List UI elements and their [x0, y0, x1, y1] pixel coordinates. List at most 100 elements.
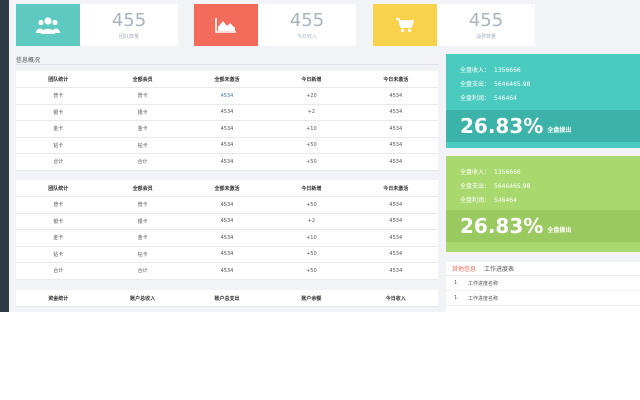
table-cell: 4534	[184, 120, 270, 138]
column-header: 今日新增	[269, 71, 354, 88]
income-value: 1356666	[494, 169, 521, 176]
profit-value: 546464	[494, 95, 517, 102]
cart-icon	[373, 4, 437, 46]
table-cell: 4534	[353, 87, 438, 105]
table-cell: 钻卡	[16, 246, 101, 263]
table-cell: 普卡	[16, 196, 101, 214]
table-cell: 钻卡	[16, 137, 101, 154]
stat-card-consumption[interactable]: 455 消费数量	[373, 4, 535, 46]
percent-band: 26.83% 全盘拨出	[446, 210, 640, 242]
table-cell: 合计	[100, 262, 185, 280]
column-header: 全部会员	[100, 180, 185, 197]
stat-value: 455	[468, 9, 504, 31]
dashboard: 455 团队数量 455 今日收入 455 消费数量 信息概况 团队统计 全部会…	[0, 0, 640, 400]
table-cell: 4534	[353, 262, 438, 280]
info-tabs-panel: 其他信息 工作进度表 1 工作进度名称 1 工作进度名称	[446, 262, 640, 312]
percent-value: 26.83%	[460, 214, 544, 238]
table-cell: 钻卡	[100, 137, 185, 154]
percent-label: 全盘拨出	[547, 226, 572, 234]
table-row: 银卡 银卡 4534 +2 4534	[16, 213, 438, 230]
column-header: 全部未激活	[184, 180, 270, 197]
table-cell: 金卡	[16, 229, 101, 247]
row-text: 工作进度名称	[468, 280, 499, 287]
table-cell: +10	[269, 229, 354, 247]
table-cell: +2	[269, 213, 354, 230]
table-cell: +10	[269, 120, 354, 138]
table-cell: 合计	[16, 262, 101, 280]
table-cell: 合计	[100, 153, 185, 171]
table-cell: 4534	[353, 213, 438, 230]
table-cell: 4534	[184, 246, 270, 263]
table-cell: 金卡	[100, 120, 185, 138]
column-header: 团队统计	[16, 180, 101, 197]
table-row: 银卡 银卡 4534 +2 4534	[16, 104, 438, 121]
list-item[interactable]: 1 工作进度名称	[446, 291, 640, 306]
table-cell: 4534	[184, 196, 270, 214]
table-header-row: 团队统计 全部会员 全部未激活 今日新增 今日未激活	[16, 71, 438, 88]
table-cell: 4534	[184, 104, 270, 121]
tab-bar: 其他信息 工作进度表	[446, 262, 640, 276]
column-header: 今日新增	[269, 180, 354, 197]
table-row: 金卡 金卡 4534 +10 4534	[16, 120, 438, 138]
percent-label: 全盘拨出	[547, 126, 572, 134]
income-label: 全盘收入：	[460, 169, 491, 176]
row-number: 1	[454, 280, 458, 286]
row-number: 1	[454, 295, 458, 301]
summary-card-green: 全盘收入： 1356666 全盘支出： 5646465.98 全盘利润： 546464…	[446, 156, 640, 252]
table-header-row: 资金统计 账户总收入 账户总支出 账户余额 今日收入	[16, 290, 438, 307]
table-cell: +2	[269, 104, 354, 121]
percent-value: 26.83%	[460, 114, 544, 138]
tab-work-progress[interactable]: 工作进度表	[484, 264, 514, 273]
row-text: 工作进度名称	[468, 295, 499, 302]
table-cell: 金卡	[100, 229, 185, 247]
table-cell: 普卡	[100, 196, 185, 214]
expense-value: 5646465.98	[494, 81, 531, 88]
table-cell: +50	[269, 137, 354, 154]
table-cell: 4534	[353, 120, 438, 138]
table-cell: 4534	[184, 229, 270, 247]
table-cell: 银卡	[100, 213, 185, 230]
summary-card-teal: 全盘收入： 1356666 全盘支出： 5646465.98 全盘利润： 546464…	[446, 54, 640, 148]
table-cell: 银卡	[16, 213, 101, 230]
sidebar	[0, 0, 9, 312]
stat-card-income[interactable]: 455 今日收入	[194, 4, 356, 46]
list-item[interactable]: 1 工作进度名称	[446, 276, 640, 291]
stat-value: 455	[289, 9, 325, 31]
table-cell: 4534	[184, 153, 270, 171]
fund-stats-table: 资金统计 账户总收入 账户总支出 账户余额 今日收入	[16, 290, 438, 307]
table-cell: 4534	[353, 137, 438, 154]
profit-label: 全盘利润：	[460, 95, 491, 102]
table-cell: 4534	[353, 104, 438, 121]
column-header: 资金统计	[16, 290, 101, 307]
table-cell: 4534	[353, 246, 438, 263]
column-header: 账户总支出	[184, 290, 270, 307]
table-cell: 4534	[184, 213, 270, 230]
stat-label: 消费数量	[475, 33, 496, 40]
table-cell: +50	[269, 196, 354, 214]
column-header: 账户余额	[269, 290, 354, 307]
table-cell: +20	[269, 87, 354, 105]
area-chart-icon	[194, 4, 258, 46]
team-stats-table: 团队统计 全部会员 全部未激活 今日新增 今日未激活 普卡 普卡 4534 +2…	[16, 71, 438, 171]
users-icon	[16, 4, 80, 46]
table-cell-link[interactable]: 4534	[184, 87, 270, 105]
table-cell: 普卡	[100, 87, 185, 105]
table-cell: 4534	[184, 137, 270, 154]
table-cell: +50	[269, 262, 354, 280]
table-row: 钻卡 钻卡 4534 +50 4534	[16, 137, 438, 154]
column-header: 全部未激活	[184, 71, 270, 88]
table-cell: 4534	[353, 153, 438, 171]
column-header: 团队统计	[16, 71, 101, 88]
table-row: 普卡 普卡 4534 +50 4534	[16, 196, 438, 214]
stat-label: 团队数量	[118, 33, 139, 40]
table-cell: 4534	[353, 196, 438, 214]
divider	[16, 64, 438, 65]
table-row: 金卡 金卡 4534 +10 4534	[16, 229, 438, 247]
stat-card-teams[interactable]: 455 团队数量	[16, 4, 178, 46]
table-row: 合计 合计 4534 +50 4534	[16, 153, 438, 171]
table-cell: 银卡	[16, 104, 101, 121]
table-row: 钻卡 钻卡 4534 +50 4534	[16, 246, 438, 263]
tab-other-info[interactable]: 其他信息	[452, 264, 476, 273]
income-label: 全盘收入：	[460, 67, 491, 74]
table-cell: 合计	[16, 153, 101, 171]
